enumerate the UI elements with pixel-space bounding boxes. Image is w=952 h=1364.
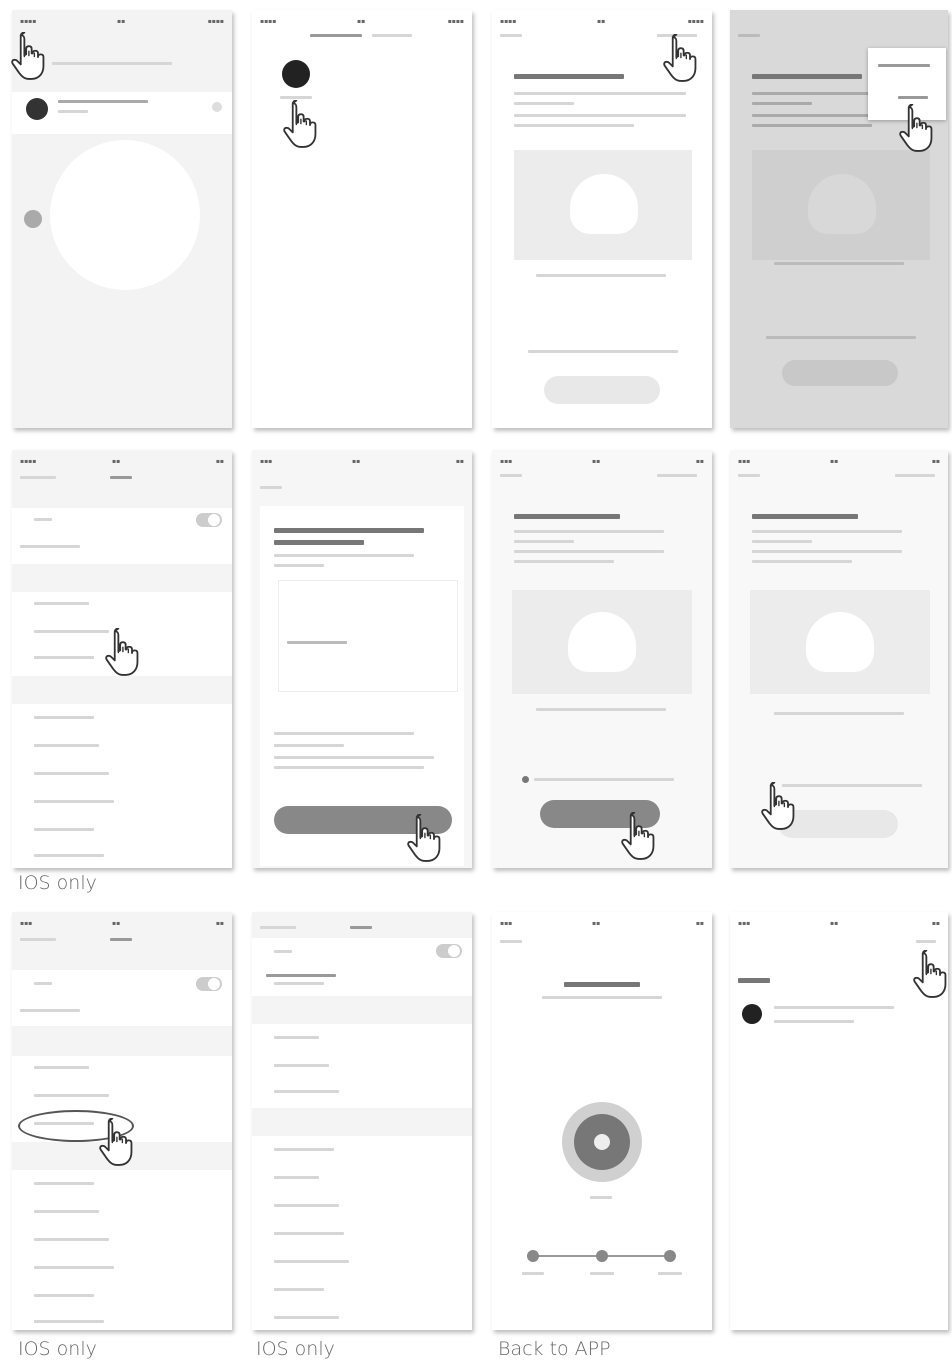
- caption-ios-only: IOS only: [18, 1338, 97, 1360]
- screen-connect-hotspot: ▪▪▪ ▪▪ ▪▪: [252, 450, 472, 868]
- pointing-hand-icon: [96, 1117, 136, 1170]
- pointing-hand-icon: [102, 627, 142, 680]
- caption-ios-only: IOS only: [256, 1338, 335, 1360]
- pointing-hand-icon: [910, 949, 950, 1002]
- device-type-icon[interactable]: [282, 60, 310, 88]
- pointing-hand-icon: [618, 811, 658, 864]
- confirm-checkbox[interactable]: [522, 776, 529, 783]
- caption-back-to-app: Back to APP: [498, 1338, 611, 1360]
- status-bar: ▪▪▪▪ ▪▪ ▪▪▪▪: [500, 18, 704, 25]
- status-bar: ▪▪▪▪ ▪▪ ▪▪: [20, 458, 224, 465]
- pointing-hand-icon: [660, 33, 700, 86]
- status-bar: ▪▪▪▪ ▪▪ ▪▪▪▪: [260, 18, 464, 25]
- device-avatar: [26, 98, 48, 120]
- device-icon: [742, 1004, 762, 1024]
- progress-ring: [562, 1102, 642, 1182]
- caption-ios-only: IOS only: [18, 872, 97, 894]
- pointing-hand-icon: [896, 103, 936, 156]
- status-bar: ▪▪▪ ▪▪ ▪▪: [738, 458, 940, 465]
- next-button[interactable]: [544, 376, 660, 404]
- status-bar: ▪▪▪▪ ▪▪ ▪▪▪▪: [20, 18, 224, 25]
- status-bar: ▪▪▪ ▪▪ ▪▪: [260, 458, 464, 465]
- screen-wifi-connected: [252, 912, 472, 1330]
- pointing-hand-icon: [404, 813, 444, 866]
- wifi-toggle[interactable]: [196, 977, 222, 991]
- next-button[interactable]: [782, 360, 898, 386]
- pointing-hand-icon: [280, 99, 320, 152]
- status-bar: ▪▪▪ ▪▪ ▪▪: [500, 920, 704, 927]
- device-circle: [50, 140, 200, 290]
- status-bar: ▪▪▪ ▪▪ ▪▪: [738, 920, 940, 927]
- screen-reset-confirm: ▪▪▪ ▪▪ ▪▪: [492, 450, 712, 868]
- status-bar: ▪▪▪ ▪▪ ▪▪: [500, 458, 704, 465]
- wifi-toggle[interactable]: [436, 944, 462, 958]
- pointing-hand-icon: [8, 31, 48, 84]
- pointing-hand-icon: [758, 781, 798, 834]
- screen-reset-device-menu: [730, 10, 948, 428]
- status-bar: ▪▪▪ ▪▪ ▪▪: [20, 920, 224, 927]
- wifi-toggle[interactable]: [196, 513, 222, 527]
- screen-adding-device: ▪▪▪ ▪▪ ▪▪: [492, 912, 712, 1330]
- screen-add-manually: ▪▪▪▪ ▪▪ ▪▪▪▪: [252, 10, 472, 428]
